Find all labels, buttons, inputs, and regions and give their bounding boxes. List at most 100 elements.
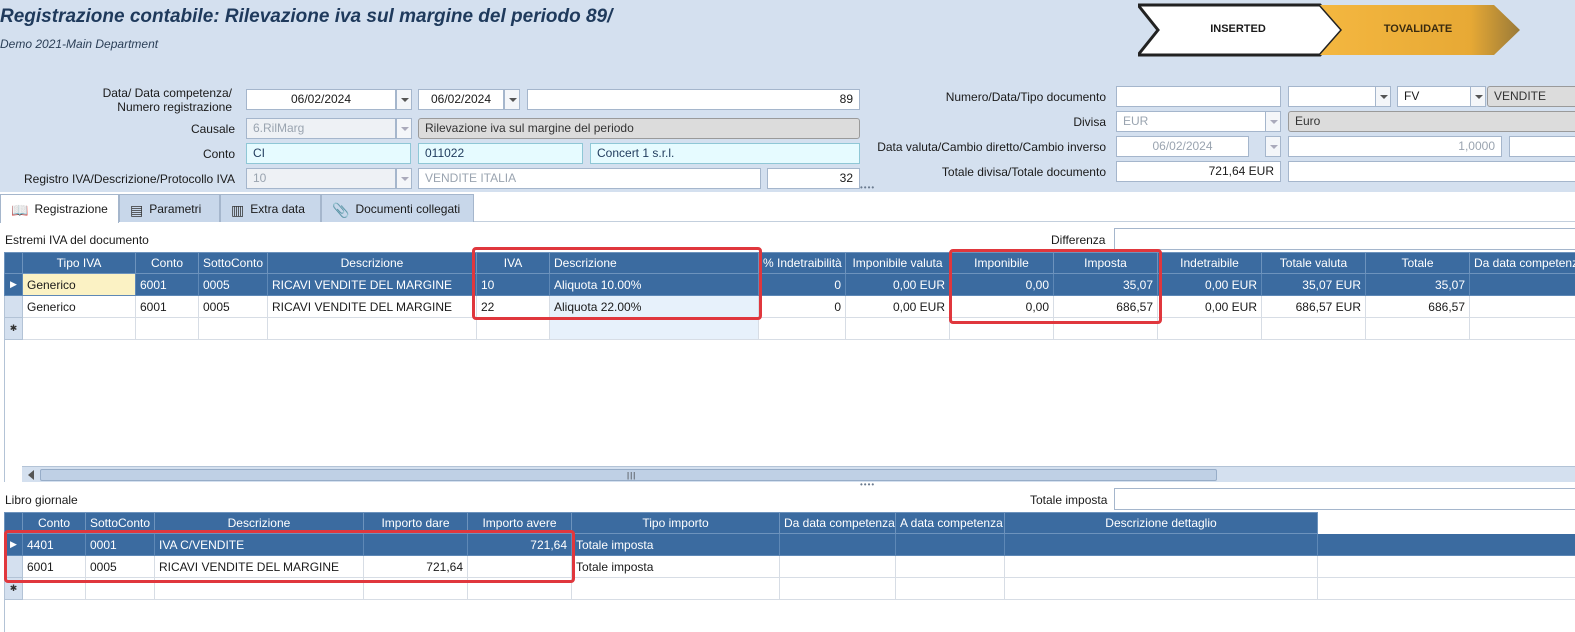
table-cell[interactable]: 0,00 xyxy=(949,273,1054,296)
table-cell[interactable] xyxy=(135,317,199,340)
tab-parametri[interactable]: ▤ Parametri xyxy=(119,194,220,222)
cambio-diretto-field[interactable]: 1,0000 xyxy=(1288,136,1502,157)
table-cell[interactable] xyxy=(571,577,780,600)
column-header[interactable]: Tipo IVA xyxy=(22,252,136,274)
table-cell[interactable]: 0,00 EUR xyxy=(845,273,950,296)
table-cell[interactable] xyxy=(1365,317,1470,340)
column-header[interactable]: SottoConto xyxy=(198,252,268,274)
column-header[interactable]: Descrizione dettaglio xyxy=(1004,512,1318,534)
column-header[interactable]: SottoConto xyxy=(85,512,155,534)
cambio-inverso-field[interactable] xyxy=(1509,136,1575,157)
column-header[interactable]: Da data competenza xyxy=(779,512,896,534)
table-cell[interactable]: 0001 xyxy=(85,533,155,556)
table-cell[interactable] xyxy=(779,577,896,600)
column-header[interactable]: Da data competenza xyxy=(1469,252,1575,274)
table-cell[interactable]: RICAVI VENDITE DEL MARGINE xyxy=(267,295,477,318)
table-cell[interactable]: Aliquota 22.00% xyxy=(549,295,759,318)
giornale-grid[interactable]: Conto SottoConto Descrizione Importo dar… xyxy=(4,512,1575,600)
tipo-documento-dropdown[interactable] xyxy=(1470,86,1486,107)
column-header[interactable]: Indetraibile xyxy=(1157,252,1262,274)
tab-documenti-collegati[interactable]: 📎 Documenti collegati xyxy=(321,194,474,222)
table-row[interactable]: ▶ 4401 0001 IVA C/VENDITE 721,64 Totale … xyxy=(4,533,1575,556)
column-header[interactable]: Descrizione xyxy=(267,252,477,274)
table-cell[interactable] xyxy=(363,533,468,556)
differenza-field[interactable] xyxy=(1114,228,1575,250)
table-cell[interactable]: 0,00 EUR xyxy=(1157,273,1262,296)
table-cell[interactable] xyxy=(467,577,572,600)
table-cell[interactable]: 35,07 xyxy=(1365,273,1470,296)
status-inserted[interactable]: INSERTED xyxy=(1188,23,1288,35)
tipo-documento-field[interactable]: FV xyxy=(1397,86,1471,107)
table-cell[interactable]: 0,00 xyxy=(949,295,1054,318)
table-cell[interactable] xyxy=(1469,273,1575,296)
column-header[interactable]: Descrizione xyxy=(549,252,759,274)
table-cell[interactable] xyxy=(549,317,759,340)
splitter-grip[interactable]: •••• xyxy=(860,183,875,192)
tipo-documento-desc-field[interactable]: VENDITE xyxy=(1487,86,1575,107)
splitter-grip[interactable]: •••• xyxy=(860,480,875,489)
conto-code-field[interactable]: CI xyxy=(246,143,411,164)
table-row[interactable]: Generico 6001 0005 RICAVI VENDITE DEL MA… xyxy=(4,295,1575,318)
table-cell[interactable]: 4401 xyxy=(22,533,86,556)
table-row[interactable]: 6001 0005 RICAVI VENDITE DEL MARGINE 721… xyxy=(4,555,1575,578)
scrollbar-thumb[interactable]: ||| xyxy=(40,469,1217,481)
table-cell[interactable]: 721,64 xyxy=(467,533,572,556)
table-cell[interactable]: 10 xyxy=(476,273,550,296)
iva-grid[interactable]: Tipo IVA Conto SottoConto Descrizione IV… xyxy=(4,252,1575,340)
table-cell[interactable] xyxy=(22,317,136,340)
table-cell[interactable] xyxy=(1469,317,1575,340)
causale-desc-field[interactable]: Rilevazione iva sul margine del periodo xyxy=(418,118,860,139)
table-cell[interactable]: 6001 xyxy=(135,295,199,318)
table-cell[interactable] xyxy=(895,555,1005,578)
data-dropdown[interactable] xyxy=(396,89,412,110)
table-cell[interactable]: 0005 xyxy=(198,273,268,296)
table-cell[interactable] xyxy=(895,533,1005,556)
data-competenza-field[interactable]: 06/02/2024 xyxy=(418,89,504,110)
column-header[interactable]: Conto xyxy=(22,512,86,534)
column-header[interactable]: IVA xyxy=(476,252,550,274)
table-cell[interactable] xyxy=(1053,317,1158,340)
table-cell[interactable]: 0,00 EUR xyxy=(1157,295,1262,318)
table-row[interactable]: ▶ Generico 6001 0005 RICAVI VENDITE DEL … xyxy=(4,273,1575,296)
table-cell[interactable]: 721,64 xyxy=(363,555,468,578)
table-cell[interactable]: Generico xyxy=(22,273,136,296)
tab-extra-data[interactable]: ▥ Extra data xyxy=(220,194,321,222)
table-cell[interactable]: Generico xyxy=(22,295,136,318)
column-header[interactable]: Descrizione xyxy=(154,512,364,534)
registro-code-field[interactable]: 10 xyxy=(246,168,396,189)
table-cell[interactable] xyxy=(895,577,1005,600)
table-cell[interactable] xyxy=(1469,295,1575,318)
column-header[interactable]: Tipo importo xyxy=(571,512,780,534)
data-documento-dropdown[interactable] xyxy=(1375,86,1391,107)
table-cell[interactable]: Aliquota 10.00% xyxy=(549,273,759,296)
totale-documento-field[interactable] xyxy=(1288,161,1575,182)
table-cell[interactable]: 35,07 EUR xyxy=(1261,273,1366,296)
protocollo-field[interactable]: 32 xyxy=(767,168,860,189)
column-header[interactable]: Totale xyxy=(1365,252,1470,274)
table-cell[interactable]: 686,57 xyxy=(1365,295,1470,318)
table-cell[interactable]: 35,07 xyxy=(1053,273,1158,296)
table-cell[interactable]: 686,57 xyxy=(1053,295,1158,318)
column-header[interactable]: Imponibile xyxy=(949,252,1054,274)
divisa-code-field[interactable]: EUR xyxy=(1116,111,1266,132)
table-cell[interactable]: 0005 xyxy=(85,555,155,578)
table-cell[interactable] xyxy=(85,577,155,600)
scroll-left-icon[interactable] xyxy=(28,470,34,480)
table-cell[interactable] xyxy=(22,577,86,600)
table-cell[interactable] xyxy=(1157,317,1262,340)
horizontal-scrollbar[interactable]: ||| xyxy=(22,466,1575,482)
table-cell[interactable]: IVA C/VENDITE xyxy=(154,533,364,556)
table-cell[interactable] xyxy=(363,577,468,600)
table-cell[interactable] xyxy=(758,317,846,340)
column-header[interactable]: % Indetraibilità xyxy=(758,252,846,274)
table-cell[interactable] xyxy=(779,555,896,578)
table-cell[interactable]: 0,00 EUR xyxy=(845,295,950,318)
table-cell[interactable]: RICAVI VENDITE DEL MARGINE xyxy=(267,273,477,296)
data-competenza-dropdown[interactable] xyxy=(504,89,520,110)
table-cell[interactable] xyxy=(1004,533,1318,556)
table-cell[interactable]: 22 xyxy=(476,295,550,318)
table-cell[interactable] xyxy=(198,317,268,340)
table-cell[interactable] xyxy=(779,533,896,556)
table-cell[interactable]: 6001 xyxy=(135,273,199,296)
data-valuta-dropdown[interactable] xyxy=(1265,136,1281,157)
